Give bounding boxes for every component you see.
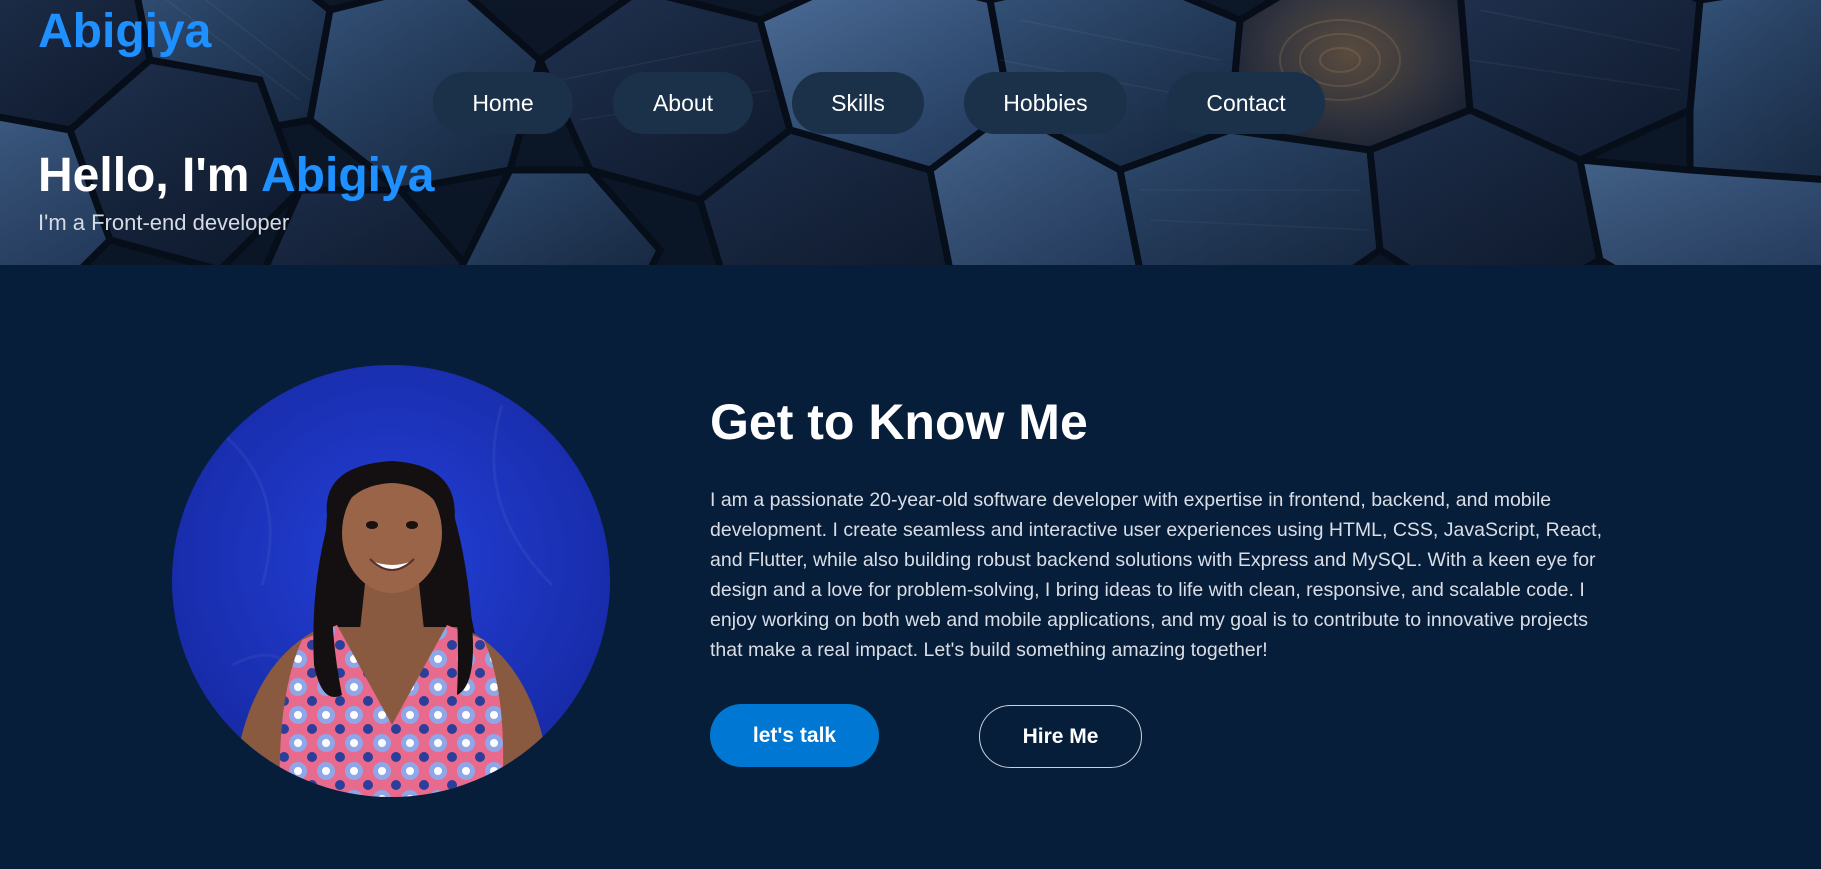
- nav-skills[interactable]: Skills: [792, 72, 924, 134]
- hero-header: Abigiya Home About Skills Hobbies Contac…: [0, 0, 1821, 265]
- profile-photo-illustration: [172, 365, 610, 797]
- hero-subtitle: I'm a Front-end developer: [38, 210, 290, 235]
- hero-title: Hello, I'm Abigiya: [38, 148, 434, 204]
- site-logo[interactable]: Abigiya: [38, 4, 211, 60]
- about-description: I am a passionate 20-year-old software d…: [710, 489, 1602, 661]
- about-heading: Get to Know Me: [710, 394, 1088, 450]
- hero-greeting: Hello, I'm: [38, 149, 262, 202]
- profile-photo: [172, 365, 610, 797]
- lets-talk-button[interactable]: let's talk: [710, 704, 879, 767]
- hero-name: Abigiya: [261, 149, 435, 202]
- main-navigation: Home About Skills Hobbies Contact: [0, 72, 1821, 134]
- about-section: Get to Know Me I am a passionate 20-year…: [0, 265, 1821, 869]
- nav-home[interactable]: Home: [433, 72, 573, 134]
- nav-contact[interactable]: Contact: [1167, 72, 1325, 134]
- nav-about[interactable]: About: [613, 72, 753, 134]
- hire-me-button[interactable]: Hire Me: [979, 705, 1142, 768]
- nav-hobbies[interactable]: Hobbies: [964, 72, 1127, 134]
